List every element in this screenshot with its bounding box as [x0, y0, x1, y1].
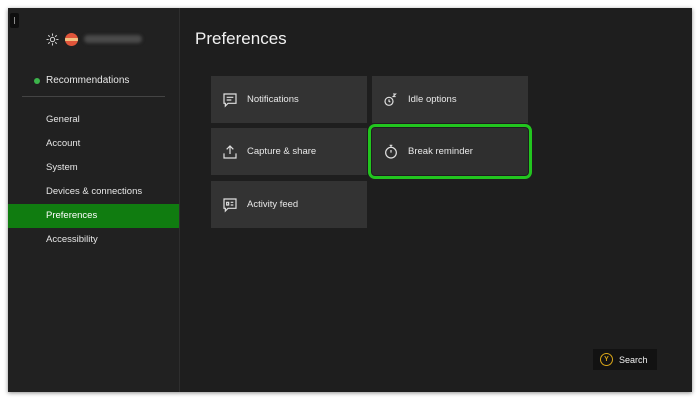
recommendations-label: Recommendations [46, 75, 130, 86]
sidebar-item-general[interactable]: General [8, 108, 179, 132]
search-button[interactable]: Y Search [593, 349, 657, 370]
gamertag-redacted [84, 35, 142, 43]
sidebar-item-devices-connections[interactable]: Devices & connections [8, 180, 179, 204]
tile-idle-options[interactable]: Idle options [372, 76, 528, 123]
status-dot-icon [34, 77, 40, 84]
share-icon [221, 143, 239, 161]
tile-label: Capture & share [247, 146, 317, 157]
menu-handle[interactable] [10, 13, 19, 28]
sidebar-item-account[interactable]: Account [8, 132, 179, 156]
activity-feed-icon [221, 196, 239, 214]
profile-area[interactable] [46, 30, 142, 48]
notification-icon [221, 91, 239, 109]
avatar[interactable] [65, 32, 78, 46]
sidebar-item-preferences[interactable]: Preferences [8, 204, 179, 228]
settings-window: Recommendations General Account System D… [8, 8, 692, 392]
sidebar: Recommendations General Account System D… [8, 8, 180, 392]
tile-notifications[interactable]: Notifications [211, 76, 367, 123]
gear-icon [46, 33, 59, 46]
idle-icon [382, 91, 400, 109]
tile-capture-share[interactable]: Capture & share [211, 128, 367, 175]
recommendations-item[interactable]: Recommendations [34, 75, 129, 86]
timer-icon [382, 143, 400, 161]
tile-label: Activity feed [247, 199, 299, 210]
tile-label: Break reminder [408, 146, 473, 157]
tile-break-reminder[interactable]: Break reminder [368, 124, 532, 179]
search-label: Search [619, 354, 648, 365]
tile-label: Idle options [408, 94, 457, 105]
y-button-icon: Y [600, 353, 613, 366]
tile-activity-feed[interactable]: Activity feed [211, 181, 367, 228]
tile-label: Notifications [247, 94, 299, 105]
divider [22, 96, 165, 97]
sidebar-item-accessibility[interactable]: Accessibility [8, 228, 179, 252]
page-title: Preferences [195, 29, 287, 48]
sidebar-nav: General Account System Devices & connect… [8, 108, 179, 252]
sidebar-item-system[interactable]: System [8, 156, 179, 180]
